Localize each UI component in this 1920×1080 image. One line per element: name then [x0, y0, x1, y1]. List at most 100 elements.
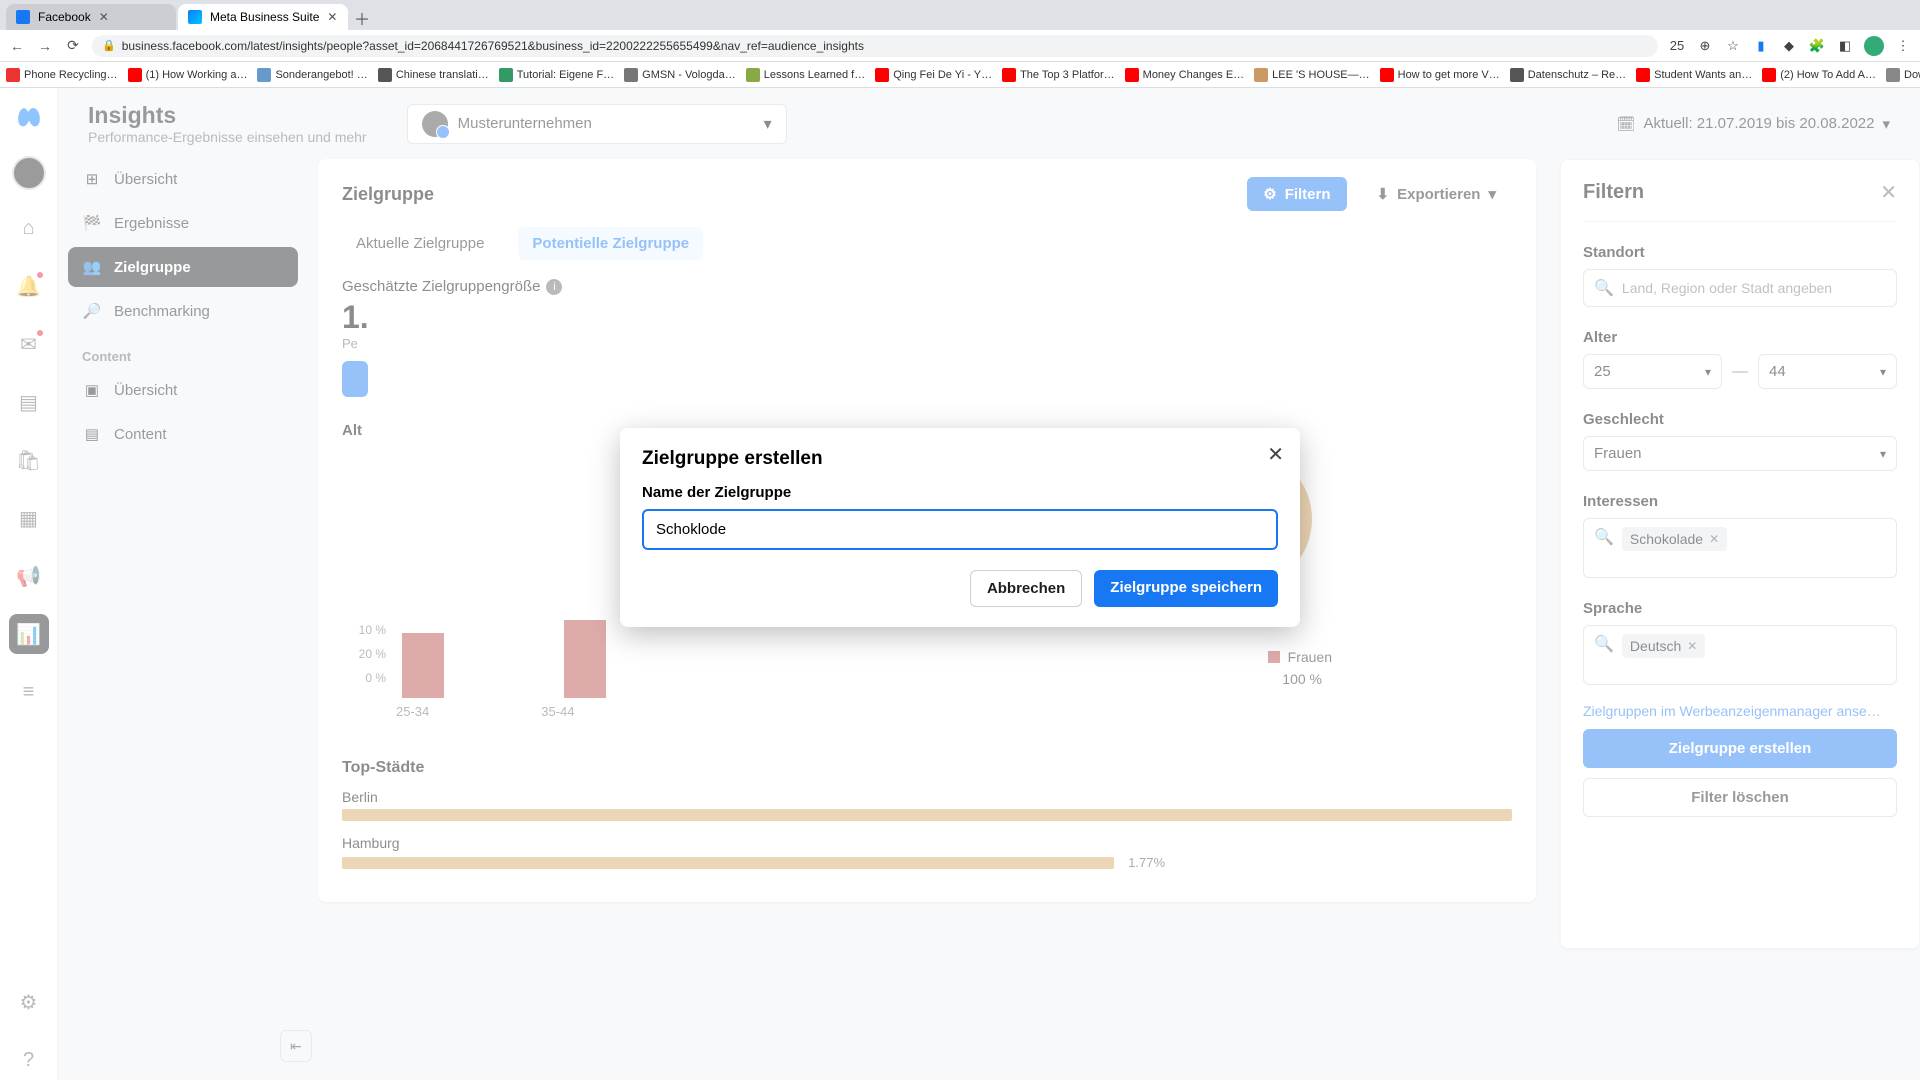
language-input[interactable]: 🔍 Deutsch✕: [1583, 625, 1897, 685]
bookmark-item[interactable]: GMSN - Vologda…: [624, 68, 736, 82]
bookmark-item[interactable]: Datenschutz – Re…: [1510, 68, 1626, 82]
clear-filters-button[interactable]: Filter löschen: [1583, 778, 1897, 817]
save-audience-button[interactable]: Zielgruppe speichern: [1094, 570, 1278, 607]
site-icon: [1886, 68, 1900, 82]
bookmark-item[interactable]: Download - Cooki…: [1886, 68, 1920, 82]
location-field[interactable]: [1622, 280, 1886, 296]
subnav-content[interactable]: ▤Content: [68, 414, 298, 454]
close-icon[interactable]: ✕: [99, 10, 109, 24]
insights-icon[interactable]: 📊: [9, 614, 49, 654]
hamburger-icon[interactable]: ≡: [9, 672, 49, 712]
save-audience-button[interactable]: [342, 361, 368, 397]
filter-button[interactable]: ⚙ Filtern: [1247, 177, 1346, 211]
interest-input[interactable]: 🔍 Schokolade✕: [1583, 518, 1897, 578]
panel-icon[interactable]: ◧: [1836, 38, 1854, 54]
bookmark-item[interactable]: Money Changes E…: [1125, 68, 1245, 82]
audience-name-input[interactable]: [642, 509, 1278, 550]
cancel-button[interactable]: Abbrechen: [970, 570, 1082, 607]
profile-avatar-icon[interactable]: [1864, 36, 1884, 56]
page-selector[interactable]: Musterunternehmen ▾: [407, 104, 787, 144]
subnav-content-overview[interactable]: ▣Übersicht: [68, 370, 298, 410]
facebook-favicon-icon: [16, 10, 30, 24]
results-icon: 🏁: [82, 213, 102, 233]
youtube-icon: [1762, 68, 1776, 82]
calendar-icon[interactable]: ▦: [9, 498, 49, 538]
close-icon[interactable]: ✕: [327, 10, 337, 24]
close-icon[interactable]: ✕: [1267, 442, 1284, 467]
filter-location-input[interactable]: 🔍: [1583, 269, 1897, 307]
bookmark-item[interactable]: Student Wants an…: [1636, 68, 1752, 82]
create-audience-modal: Zielgruppe erstellen ✕ Name der Zielgrup…: [620, 428, 1300, 627]
global-nav-rail: ⌂ 🔔 ✉ ▤ 🛍 ▦ 📢 📊 ≡ ⚙ ?: [0, 88, 58, 1080]
puzzle-icon[interactable]: 🧩: [1808, 38, 1826, 54]
city-name: Hamburg: [342, 835, 1512, 851]
bookmark-bar: Phone Recycling… (1) How Working a… Sond…: [0, 62, 1920, 88]
modal-field-label: Name der Zielgruppe: [642, 484, 1278, 501]
bell-icon[interactable]: 🔔: [9, 266, 49, 306]
bookmark-item[interactable]: (2) How To Add A…: [1762, 68, 1876, 82]
language-chip[interactable]: Deutsch✕: [1622, 634, 1705, 658]
insights-subnav: ⊞Übersicht 🏁Ergebnisse 👥Zielgruppe 🔎Benc…: [58, 159, 308, 1080]
bookmark-item[interactable]: Tutorial: Eigene F…: [499, 68, 614, 82]
subnav-audience[interactable]: 👥Zielgruppe: [68, 247, 298, 287]
date-range-picker[interactable]: 🗓 Aktuell: 21.07.2019 bis 20.08.2022 ▾: [1616, 115, 1890, 133]
youtube-icon: [1380, 68, 1394, 82]
facebook-ext-icon[interactable]: ▮: [1752, 38, 1770, 54]
zoom-icon[interactable]: ⊕: [1696, 38, 1714, 54]
top-cities-section: Top-Städte Berlin Hamburg 1.77%: [342, 759, 1512, 870]
tab-potential-audience[interactable]: Potentielle Zielgruppe: [518, 227, 703, 260]
create-audience-button[interactable]: Zielgruppe erstellen: [1583, 729, 1897, 768]
url-input[interactable]: 🔒 business.facebook.com/latest/insights/…: [92, 35, 1658, 57]
remove-chip-icon[interactable]: ✕: [1687, 639, 1697, 653]
filter-location-label: Standort: [1583, 244, 1897, 261]
home-icon[interactable]: ⌂: [9, 208, 49, 248]
collapse-panel-icon[interactable]: ⇤: [280, 1030, 312, 1062]
tab-current-audience[interactable]: Aktuelle Zielgruppe: [342, 227, 498, 260]
ads-manager-link[interactable]: Zielgruppen im Werbeanzeigenmanager anse…: [1583, 703, 1897, 719]
bookmark-item[interactable]: The Top 3 Platfor…: [1002, 68, 1115, 82]
x-axis-label: 25-34: [396, 704, 429, 719]
audience-icon: 👥: [82, 257, 102, 277]
bookmark-item[interactable]: Chinese translati…: [378, 68, 489, 82]
new-tab-button[interactable]: ＋: [350, 6, 374, 30]
close-icon[interactable]: ✕: [1880, 180, 1897, 205]
browser-tab[interactable]: Facebook ✕: [6, 4, 176, 30]
tab-count-icon[interactable]: 25: [1668, 38, 1686, 53]
bookmark-item[interactable]: How to get more V…: [1380, 68, 1500, 82]
meta-logo-icon[interactable]: [9, 98, 49, 138]
forward-icon[interactable]: →: [36, 37, 54, 55]
bookmark-item[interactable]: Qing Fei De Yi - Y…: [875, 68, 992, 82]
remove-chip-icon[interactable]: ✕: [1709, 532, 1719, 546]
menu-icon[interactable]: ⋮: [1894, 38, 1912, 54]
posts-icon[interactable]: ▤: [9, 382, 49, 422]
gender-select[interactable]: Frauen▾: [1583, 436, 1897, 471]
star-icon[interactable]: ☆: [1724, 38, 1742, 54]
back-icon[interactable]: ←: [8, 37, 26, 55]
bookmark-item[interactable]: LEE 'S HOUSE—…: [1254, 68, 1369, 82]
subnav-results[interactable]: 🏁Ergebnisse: [68, 203, 298, 243]
bookmark-item[interactable]: Lessons Learned f…: [746, 68, 866, 82]
messenger-icon[interactable]: ✉: [9, 324, 49, 364]
interest-chip[interactable]: Schokolade✕: [1622, 527, 1727, 551]
info-icon[interactable]: i: [546, 279, 562, 295]
reload-icon[interactable]: ⟳: [64, 37, 82, 55]
commerce-icon[interactable]: 🛍: [9, 440, 49, 480]
youtube-icon: [128, 68, 142, 82]
city-bar: [342, 857, 1114, 869]
browser-tab-active[interactable]: Meta Business Suite ✕: [178, 4, 348, 30]
age-to-select[interactable]: 44▾: [1758, 354, 1897, 389]
age-from-select[interactable]: 25▾: [1583, 354, 1722, 389]
help-icon[interactable]: ?: [9, 1040, 49, 1080]
subnav-benchmarking[interactable]: 🔎Benchmarking: [68, 291, 298, 331]
audience-size-sub: Pe: [342, 336, 1512, 351]
gear-icon[interactable]: ⚙: [9, 982, 49, 1022]
bookmark-item[interactable]: Phone Recycling…: [6, 68, 118, 82]
account-avatar[interactable]: [12, 156, 46, 190]
bookmark-item[interactable]: Sonderangebot! …: [257, 68, 367, 82]
subnav-overview[interactable]: ⊞Übersicht: [68, 159, 298, 199]
ext-icon[interactable]: ◆: [1780, 38, 1798, 54]
address-bar: ← → ⟳ 🔒 business.facebook.com/latest/ins…: [0, 30, 1920, 62]
bookmark-item[interactable]: (1) How Working a…: [128, 68, 248, 82]
ads-icon[interactable]: 📢: [9, 556, 49, 596]
export-button[interactable]: ⬇ Exportieren ▾: [1361, 177, 1512, 211]
